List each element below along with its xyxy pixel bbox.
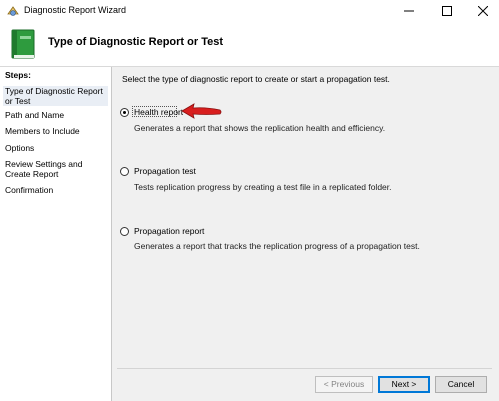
steps-sidebar: Steps: Type of Diagnostic Report or Test… [0, 67, 112, 401]
step-confirmation[interactable]: Confirmation [5, 185, 108, 195]
window-title: Diagnostic Report Wizard [24, 5, 127, 15]
footer-divider [117, 368, 492, 369]
close-button[interactable] [468, 0, 498, 22]
previous-button[interactable]: < Previous [315, 376, 373, 393]
propagation-report-label[interactable]: Propagation report [134, 226, 204, 236]
health-report-label[interactable]: Health report [134, 107, 183, 117]
propagation-report-radio[interactable] [120, 227, 129, 236]
health-report-radio[interactable] [120, 108, 129, 117]
maximize-icon [442, 6, 452, 16]
health-report-description: Generates a report that shows the replic… [134, 123, 386, 133]
step-path-and-name[interactable]: Path and Name [5, 110, 108, 120]
propagation-test-radio[interactable] [120, 167, 129, 176]
next-button[interactable]: Next > [378, 376, 430, 393]
wizard-header: Type of Diagnostic Report or Test [0, 22, 499, 67]
minimize-button[interactable] [394, 0, 424, 22]
main-content: Select the type of diagnostic report to … [112, 67, 499, 367]
app-wizard-icon [7, 6, 19, 16]
maximize-button[interactable] [432, 0, 462, 22]
close-icon [478, 6, 488, 16]
steps-heading: Steps: [5, 70, 31, 80]
propagation-test-label[interactable]: Propagation test [134, 166, 196, 176]
step-review-settings[interactable]: Review Settings and Create Report [5, 159, 108, 179]
green-book-icon [11, 29, 35, 59]
red-arrow-icon [181, 103, 222, 119]
cancel-button[interactable]: Cancel [435, 376, 487, 393]
step-type-of-report[interactable]: Type of Diagnostic Report or Test [3, 86, 108, 106]
title-bar: Diagnostic Report Wizard [0, 0, 499, 22]
step-members-to-include[interactable]: Members to Include [5, 126, 108, 136]
step-options[interactable]: Options [5, 143, 108, 153]
propagation-report-description: Generates a report that tracks the repli… [134, 241, 420, 251]
propagation-test-description: Tests replication progress by creating a… [134, 182, 392, 192]
instruction-text: Select the type of diagnostic report to … [122, 74, 390, 84]
minimize-icon [404, 10, 414, 12]
page-title: Type of Diagnostic Report or Test [48, 36, 223, 48]
